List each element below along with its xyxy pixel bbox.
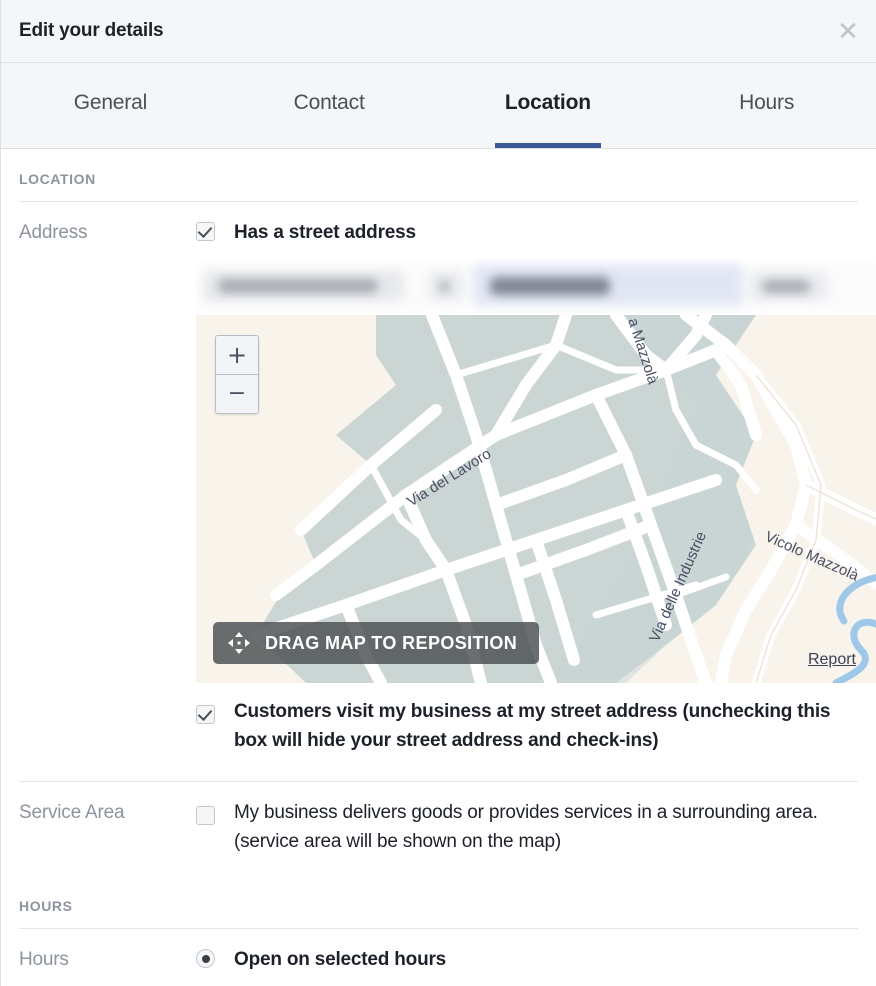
customers-visit-label: Customers visit my business at my street… <box>234 701 831 751</box>
address-row-label: Address <box>19 222 88 243</box>
tab-underline <box>494 143 601 148</box>
service-area-checkbox-line[interactable]: My business delivers goods or provides s… <box>196 802 876 856</box>
tab-location[interactable]: Location <box>439 63 658 148</box>
service-area-row-body: My business delivers goods or provides s… <box>196 782 876 856</box>
has-street-address-checkbox-line[interactable]: Has a street address <box>196 222 876 247</box>
tab-label: Contact <box>293 91 365 114</box>
dialog-header: Edit your details ✕ <box>1 0 876 63</box>
address-input-redacted[interactable] <box>196 259 876 315</box>
tab-label: Hours <box>739 91 795 114</box>
customers-visit-checkbox[interactable] <box>196 705 215 724</box>
address-row-body: Has a street address Via del Lavoro Via … <box>196 202 876 755</box>
service-area-checkbox[interactable] <box>196 806 215 825</box>
move-arrows-icon <box>228 632 250 654</box>
hours-row-label: Hours <box>19 949 69 970</box>
hours-row: Hours Open on selected hours <box>1 929 876 974</box>
map-zoom-controls: + − <box>215 335 259 414</box>
close-icon[interactable]: ✕ <box>834 19 862 48</box>
zoom-in-button[interactable]: + <box>216 336 258 374</box>
page-title: Edit your details <box>19 20 164 41</box>
has-street-address-checkbox[interactable] <box>196 222 215 241</box>
address-row: Address Has a street address Via del Lav… <box>1 202 876 755</box>
tab-bar: General Contact Location Hours <box>1 63 876 149</box>
section-heading-hours: HOURS <box>19 898 73 914</box>
open-on-selected-hours-label: Open on selected hours <box>234 949 447 970</box>
service-area-label: My business delivers goods or provides s… <box>234 802 818 852</box>
has-street-address-label: Has a street address <box>234 222 416 243</box>
zoom-out-button[interactable]: − <box>216 374 258 413</box>
drag-map-label: DRAG MAP TO REPOSITION <box>265 632 518 653</box>
service-area-row: Service Area My business delivers goods … <box>1 782 876 856</box>
drag-map-button[interactable]: DRAG MAP TO REPOSITION <box>213 622 540 664</box>
edit-details-dialog: Edit your details ✕ General Contact Loca… <box>0 0 876 986</box>
tab-contact[interactable]: Contact <box>220 63 439 148</box>
tab-general[interactable]: General <box>1 63 220 148</box>
location-map[interactable]: Via del Lavoro Via delle Industrie a Maz… <box>196 315 876 683</box>
section-heading-location: LOCATION <box>19 171 96 187</box>
open-on-selected-hours-option[interactable]: Open on selected hours <box>196 949 876 974</box>
customers-visit-checkbox-line[interactable]: Customers visit my business at my street… <box>196 701 876 755</box>
service-area-row-label: Service Area <box>19 802 125 823</box>
map-report-link[interactable]: Report <box>808 651 856 669</box>
tab-hours[interactable]: Hours <box>657 63 876 148</box>
hours-row-body: Open on selected hours <box>196 929 876 974</box>
tab-label: Location <box>504 91 591 114</box>
tab-label: General <box>73 91 148 114</box>
open-on-selected-hours-radio[interactable] <box>196 949 215 968</box>
